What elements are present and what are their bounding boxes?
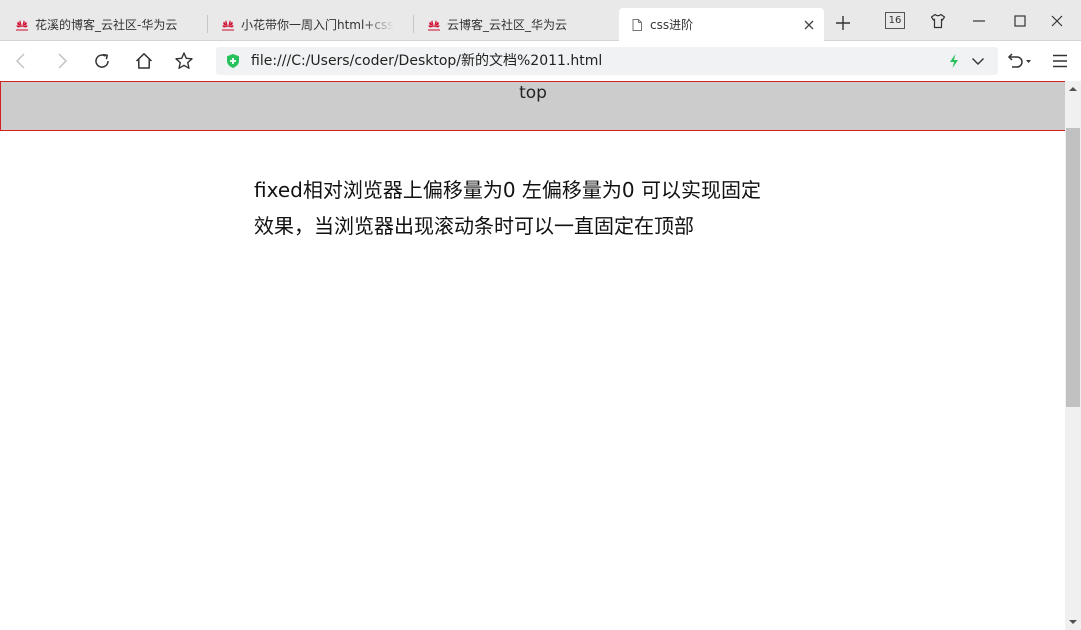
huawei-logo-icon: [14, 17, 30, 33]
url-text[interactable]: file:///C:/Users/coder/Desktop/新的文档%2011…: [251, 47, 602, 75]
shield-icon[interactable]: [225, 53, 241, 69]
close-tab-icon[interactable]: [802, 18, 816, 32]
tab-title: css进阶: [650, 18, 694, 32]
tab-separator: [207, 15, 208, 33]
forward-button[interactable]: [51, 50, 73, 72]
huawei-logo-icon: [220, 17, 236, 33]
tab-strip: 花溪的博客_云社区-华为云 小花带你一周入门html+css 云博客_云社区_华…: [0, 0, 1081, 41]
huawei-logo-icon: [426, 17, 442, 33]
scrollbar-thumb[interactable]: [1066, 128, 1080, 407]
reload-icon: [95, 53, 109, 68]
tab-huawei-blog-1[interactable]: 花溪的博客_云社区-华为云: [4, 8, 204, 41]
tab-separator: [413, 15, 414, 33]
address-bar[interactable]: file:///C:/Users/coder/Desktop/新的文档%2011…: [216, 47, 998, 75]
minimize-button[interactable]: [968, 10, 990, 32]
minimize-icon: [973, 20, 985, 22]
scroll-up-arrow-icon[interactable]: [1065, 81, 1081, 97]
top-bar-label: top: [519, 83, 547, 103]
chevron-down-icon[interactable]: [970, 53, 986, 69]
navigation-bar: file:///C:/Users/coder/Desktop/新的文档%2011…: [0, 41, 1081, 81]
scroll-down-arrow-icon[interactable]: [1065, 614, 1081, 630]
tab-count-badge[interactable]: 16: [885, 12, 905, 29]
hamburger-menu-icon: [1053, 54, 1067, 68]
reload-button[interactable]: [91, 50, 113, 72]
lightning-icon[interactable]: [947, 53, 961, 69]
plus-icon: [836, 16, 850, 30]
main-menu-button[interactable]: [1049, 50, 1071, 72]
tab-huawei-cloud-blog[interactable]: 云博客_云社区_华为云: [416, 8, 616, 41]
page-viewport: top fixed相对浏览器上偏移量为0 左偏移量为0 可以实现固定效果，当浏览…: [0, 81, 1081, 630]
vertical-scrollbar[interactable]: [1065, 81, 1081, 630]
page-paragraph: fixed相对浏览器上偏移量为0 左偏移量为0 可以实现固定效果，当浏览器出现滚…: [254, 178, 761, 238]
shirt-icon: [930, 13, 946, 29]
maximize-icon: [1014, 15, 1026, 27]
new-tab-button[interactable]: [832, 12, 854, 34]
tab-css-advanced-active[interactable]: css进阶: [619, 8, 824, 41]
home-button[interactable]: [133, 50, 155, 72]
tab-title: 花溪的博客_云社区-华为云: [35, 18, 178, 32]
tab-title: 小花带你一周入门html+css: [241, 18, 394, 32]
undo-close-tab-button[interactable]: [1004, 50, 1034, 72]
fixed-top-bar: top: [0, 81, 1066, 131]
bookmark-button[interactable]: [173, 50, 195, 72]
tab-html-css-course[interactable]: 小花带你一周入门html+css: [210, 8, 410, 41]
forward-arrow-icon: [58, 53, 68, 69]
tab-title: 云博客_云社区_华为云: [447, 18, 568, 32]
back-arrow-icon: [15, 53, 25, 69]
skin-button[interactable]: [927, 10, 949, 32]
close-icon: [1051, 15, 1063, 27]
back-button[interactable]: [10, 50, 32, 72]
star-icon: [175, 52, 193, 69]
maximize-button[interactable]: [1009, 10, 1031, 32]
undo-icon: [1007, 53, 1031, 68]
close-window-button[interactable]: [1046, 10, 1068, 32]
home-icon: [135, 53, 153, 69]
page-icon: [629, 17, 645, 33]
